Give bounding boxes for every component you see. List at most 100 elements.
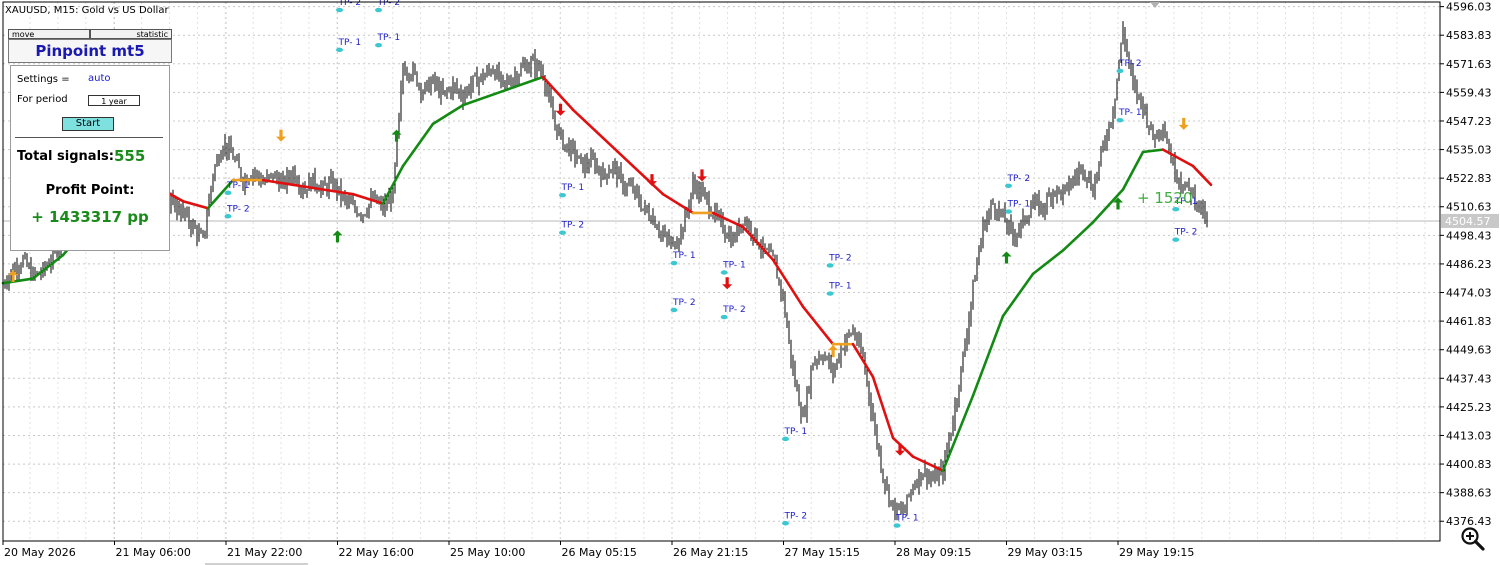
tp-label: TP- 2 (226, 204, 250, 214)
period-select[interactable]: 1 year (88, 95, 140, 106)
overlay-profit-text: + 1520 (1137, 189, 1193, 207)
settings-value[interactable]: auto (88, 73, 111, 84)
tp-dot (559, 230, 566, 235)
tp-dot (826, 263, 834, 268)
move-button[interactable]: move (8, 29, 90, 39)
panel-divider (15, 137, 163, 138)
tp-dot (826, 291, 834, 296)
tp-label: TP- 1 (784, 427, 808, 437)
tp-dot (782, 521, 789, 526)
tp-dot (893, 523, 901, 528)
tp-dot (1116, 68, 1124, 74)
tp-dot (336, 7, 343, 13)
x-tick-label: 28 May 09:15 (896, 546, 971, 559)
tp-dot (1005, 209, 1012, 214)
axes: 4596.03 4583.83 4571.63 4559.43 4547.23 4535.… (2, 1, 1499, 565)
tp-dot (670, 307, 678, 313)
trend-line-segment (1031, 249, 1065, 276)
y-tick-label: 4522.83 (1446, 172, 1492, 185)
tp-dot (375, 42, 383, 48)
y-tick-label: 4413.03 (1446, 429, 1492, 442)
pinpoint-panel: move statistic Pinpoint mt5 Settings = a… (8, 29, 172, 251)
tp-label: TP- 1 (561, 183, 585, 193)
signal-up-arrow-icon (332, 230, 343, 243)
tp-label: TP- 2 (1174, 228, 1198, 238)
y-tick-label: 4510.63 (1446, 201, 1492, 214)
tp-label: TP- 2 (828, 253, 852, 263)
trend-line-segment (31, 253, 65, 280)
y-tick-label: 4583.83 (1446, 29, 1492, 42)
x-tick-label: 29 May 19:15 (1119, 546, 1194, 559)
x-tick-label: 22 May 16:00 (339, 546, 414, 559)
tp-label: TP- 1 (226, 181, 250, 191)
profit-point-label: Profit Point: (45, 183, 135, 198)
total-signals-label: Total signals: (17, 149, 114, 164)
settings-label: Settings = (17, 74, 70, 85)
panel-body: Settings = auto For period 1 year Start … (10, 65, 170, 251)
y-tick-label: 4400.83 (1446, 458, 1492, 471)
x-tick-label: 21 May 06:00 (116, 546, 191, 559)
y-tick-label: 4498.43 (1446, 229, 1492, 242)
x-tick-label: 29 May 03:15 (1008, 546, 1083, 559)
x-tick-label: 26 May 21:15 (673, 546, 748, 559)
trend-line-segment (871, 375, 895, 440)
tp-label: TP- 2 (784, 511, 808, 521)
tp-dot (224, 214, 232, 219)
tp-dot (559, 192, 566, 198)
symbol-title: XAUUSD, M15: Gold vs US Dollar (5, 5, 169, 16)
tp-dot (375, 7, 383, 13)
period-label: For period (17, 94, 68, 105)
tp-label: TP- 1 (377, 33, 401, 43)
signal-up-arrow-icon (1001, 251, 1012, 264)
y-tick-label: 4461.83 (1446, 315, 1492, 328)
signal-down-arrow-icon (895, 443, 905, 456)
trend-line-segment (801, 305, 835, 346)
total-signals-value: 555 (114, 147, 146, 165)
trend-line-segment (601, 136, 635, 168)
trend-line-segment (971, 314, 1005, 398)
tp-dot (336, 47, 343, 53)
y-tick-label: 4547.23 (1446, 115, 1492, 128)
signal-down-arrow-icon (1178, 117, 1189, 130)
trend-line (1, 75, 1213, 472)
tp-label: TP- 1 (672, 251, 696, 261)
candles (2, 21, 1208, 521)
trend-line-segment (401, 122, 435, 168)
tp-label: TP- 1 (828, 282, 852, 292)
zoom-icon[interactable] (1460, 526, 1486, 552)
tp-label: TP- 2 (561, 221, 585, 231)
trend-line-segment (741, 225, 775, 262)
tp-label: TP- 1 (1118, 108, 1142, 118)
tp-label: TP- 1 (1007, 200, 1031, 210)
y-tick-label: 4535.03 (1446, 144, 1492, 157)
statistic-button[interactable]: statistic (90, 29, 172, 39)
tp-label: TP- 1 (338, 38, 362, 48)
trend-line-segment (1161, 148, 1195, 168)
signal-down-arrow-icon (276, 129, 286, 142)
tp-dot (1005, 183, 1012, 188)
tp-label: TP- 1 (895, 514, 919, 524)
tp-label: TP- 2 (1007, 174, 1031, 184)
start-button[interactable]: Start (62, 117, 114, 131)
x-tick-label: 26 May 05:15 (562, 546, 637, 559)
x-tick-label: 25 May 10:00 (450, 546, 525, 559)
profit-point-value: + 1433317 pp (31, 208, 149, 226)
chart-window[interactable]: TP- 2 TP- 2 TP- 1 TP- 1 TP- 1 TP- 2 TP- 1 TP- 2… (0, 0, 1500, 565)
tp-label: TP- 1 (722, 261, 746, 271)
price-chart[interactable]: TP- 2 TP- 2 TP- 1 TP- 1 TP- 1 TP- 2 TP- 1 TP- 2… (0, 0, 1500, 565)
trend-line-segment (1001, 272, 1035, 318)
trend-line-segment (771, 258, 805, 308)
trend-line-segment (1061, 220, 1095, 252)
tp-label: TP- 2 (1118, 59, 1142, 69)
trend-line-segment (1141, 148, 1165, 154)
signal-up-arrow-icon (828, 345, 839, 358)
tp-dot (1172, 237, 1180, 242)
current-price-label: 4504.57 (1445, 215, 1491, 228)
tp-dot (782, 436, 789, 442)
y-tick-label: 4571.63 (1446, 58, 1492, 71)
y-tick-label: 4559.43 (1446, 86, 1492, 99)
y-tick-label: 4425.23 (1446, 401, 1492, 414)
y-tick-label: 4388.63 (1446, 487, 1492, 500)
x-tick-label: 21 May 22:00 (227, 546, 302, 559)
y-tick-label: 4449.63 (1446, 344, 1492, 357)
